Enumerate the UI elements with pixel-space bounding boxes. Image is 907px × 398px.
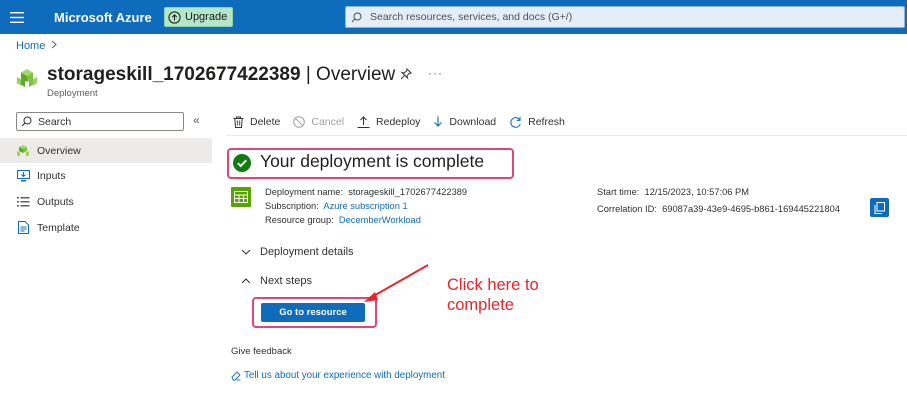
resource-group-link[interactable]: DecemberWorkload [339,215,421,225]
title-separator: | [300,64,317,85]
deployment-details-label: Deployment details [260,246,354,258]
deployment-name-row: Deployment name: storageskill_1702677422… [265,187,467,197]
start-time-label: Start time: [597,187,640,197]
page-title: storageskill_1702677422389 | Overview [47,64,395,86]
nav-item-overview[interactable]: Overview [0,138,212,163]
delete-label: Delete [250,116,281,128]
command-bar: Delete Cancel Redeploy Download Refresh [233,112,578,132]
top-bar: Microsoft Azure Upgrade Search resources… [0,0,907,34]
annotation-text: Click here to complete [447,275,539,315]
pin-icon[interactable] [400,67,412,85]
status-message: Your deployment is complete [260,151,485,171]
page-subtitle: Deployment [47,88,98,99]
chevron-right-icon [51,40,58,52]
upgrade-arrow-icon [168,10,181,24]
feedback-title: Give feedback [231,346,292,357]
template-icon [16,221,30,235]
deployment-resource-icon [16,68,38,95]
chevron-up-icon [241,278,253,284]
next-steps-label: Next steps [260,275,312,287]
nav-item-template[interactable]: Template [0,215,212,240]
nav-item-label: Overview [37,144,81,157]
cancel-icon [293,116,306,128]
feedback-link[interactable]: Tell us about your experience with deplo… [231,370,445,381]
deployment-details-toggle[interactable]: Deployment details [241,246,354,258]
search-icon [21,116,32,127]
start-time-row: Start time: 12/15/2023, 10:57:06 PM [597,187,749,197]
delete-button[interactable]: Delete [233,116,280,128]
refresh-icon [509,116,522,129]
subscription-row: Subscription: Azure subscription 1 [265,201,408,211]
nav-item-label: Template [37,221,80,234]
correlation-id-value: 69087a39-43e9-4695-b861-169445221804 [662,204,840,214]
page-name: Overview [316,64,396,85]
global-search-input[interactable]: Search resources, services, and docs (G+… [345,6,905,28]
deployment-name-label: Deployment name: [265,187,344,197]
annotation-line-2: complete [447,296,514,314]
nav-search-placeholder: Search [38,115,72,128]
inputs-icon [16,169,30,183]
feedback-link-label: Tell us about your experience with deplo… [244,370,445,381]
collapse-nav-icon[interactable]: « [193,113,200,127]
trash-icon [233,116,244,128]
brand-title[interactable]: Microsoft Azure [54,10,152,25]
refresh-button[interactable]: Refresh [509,116,565,129]
cancel-label: Cancel [311,116,345,128]
global-search-placeholder: Search resources, services, and docs (G+… [370,11,573,23]
copy-button[interactable] [870,198,889,217]
redeploy-icon [357,116,370,128]
more-options-icon[interactable]: ··· [428,66,443,80]
success-check-icon [233,154,251,177]
deployment-name-value: storageskill_1702677422389 [348,187,468,197]
redeploy-label: Redeploy [376,116,421,128]
refresh-label: Refresh [528,116,565,128]
correlation-id-row: Correlation ID: 69087a39-43e9-4695-b861-… [597,204,840,214]
copy-icon [874,201,885,214]
chevron-down-icon [241,249,253,255]
go-to-resource-button[interactable]: Go to resource [261,303,365,322]
correlation-id-label: Correlation ID: [597,204,657,214]
overview-icon [16,144,30,158]
menu-icon[interactable] [0,0,34,34]
nav-item-outputs[interactable]: Outputs [0,189,212,214]
breadcrumb: Home [16,40,58,52]
download-icon [433,116,443,128]
annotation-arrow [364,264,429,302]
cancel-button[interactable]: Cancel [293,116,344,128]
resource-name: storageskill_1702677422389 [47,64,301,85]
search-icon [351,12,362,23]
resource-group-row: Resource group: DecemberWorkload [265,215,421,225]
subscription-link[interactable]: Azure subscription 1 [323,201,407,211]
outputs-icon [16,195,30,209]
annotation-line-1: Click here to [447,276,539,294]
download-label: Download [449,116,497,128]
subscription-label: Subscription: [265,201,319,211]
breadcrumb-home-link[interactable]: Home [16,40,45,52]
nav-item-label: Inputs [37,169,66,182]
upgrade-button[interactable]: Upgrade [164,7,234,27]
next-steps-toggle[interactable]: Next steps [241,275,312,287]
download-button[interactable]: Download [433,116,496,128]
toolbar-divider [226,135,907,136]
feedback-icon [231,370,241,381]
redeploy-button[interactable]: Redeploy [357,116,420,128]
nav-item-label: Outputs [37,195,74,208]
deployment-table-icon [231,187,251,207]
resource-group-label: Resource group: [265,215,334,225]
start-time-value: 12/15/2023, 10:57:06 PM [644,187,749,197]
nav-search-input[interactable]: Search [16,112,184,131]
nav-item-inputs[interactable]: Inputs [0,163,212,188]
upgrade-label: Upgrade [185,11,228,23]
